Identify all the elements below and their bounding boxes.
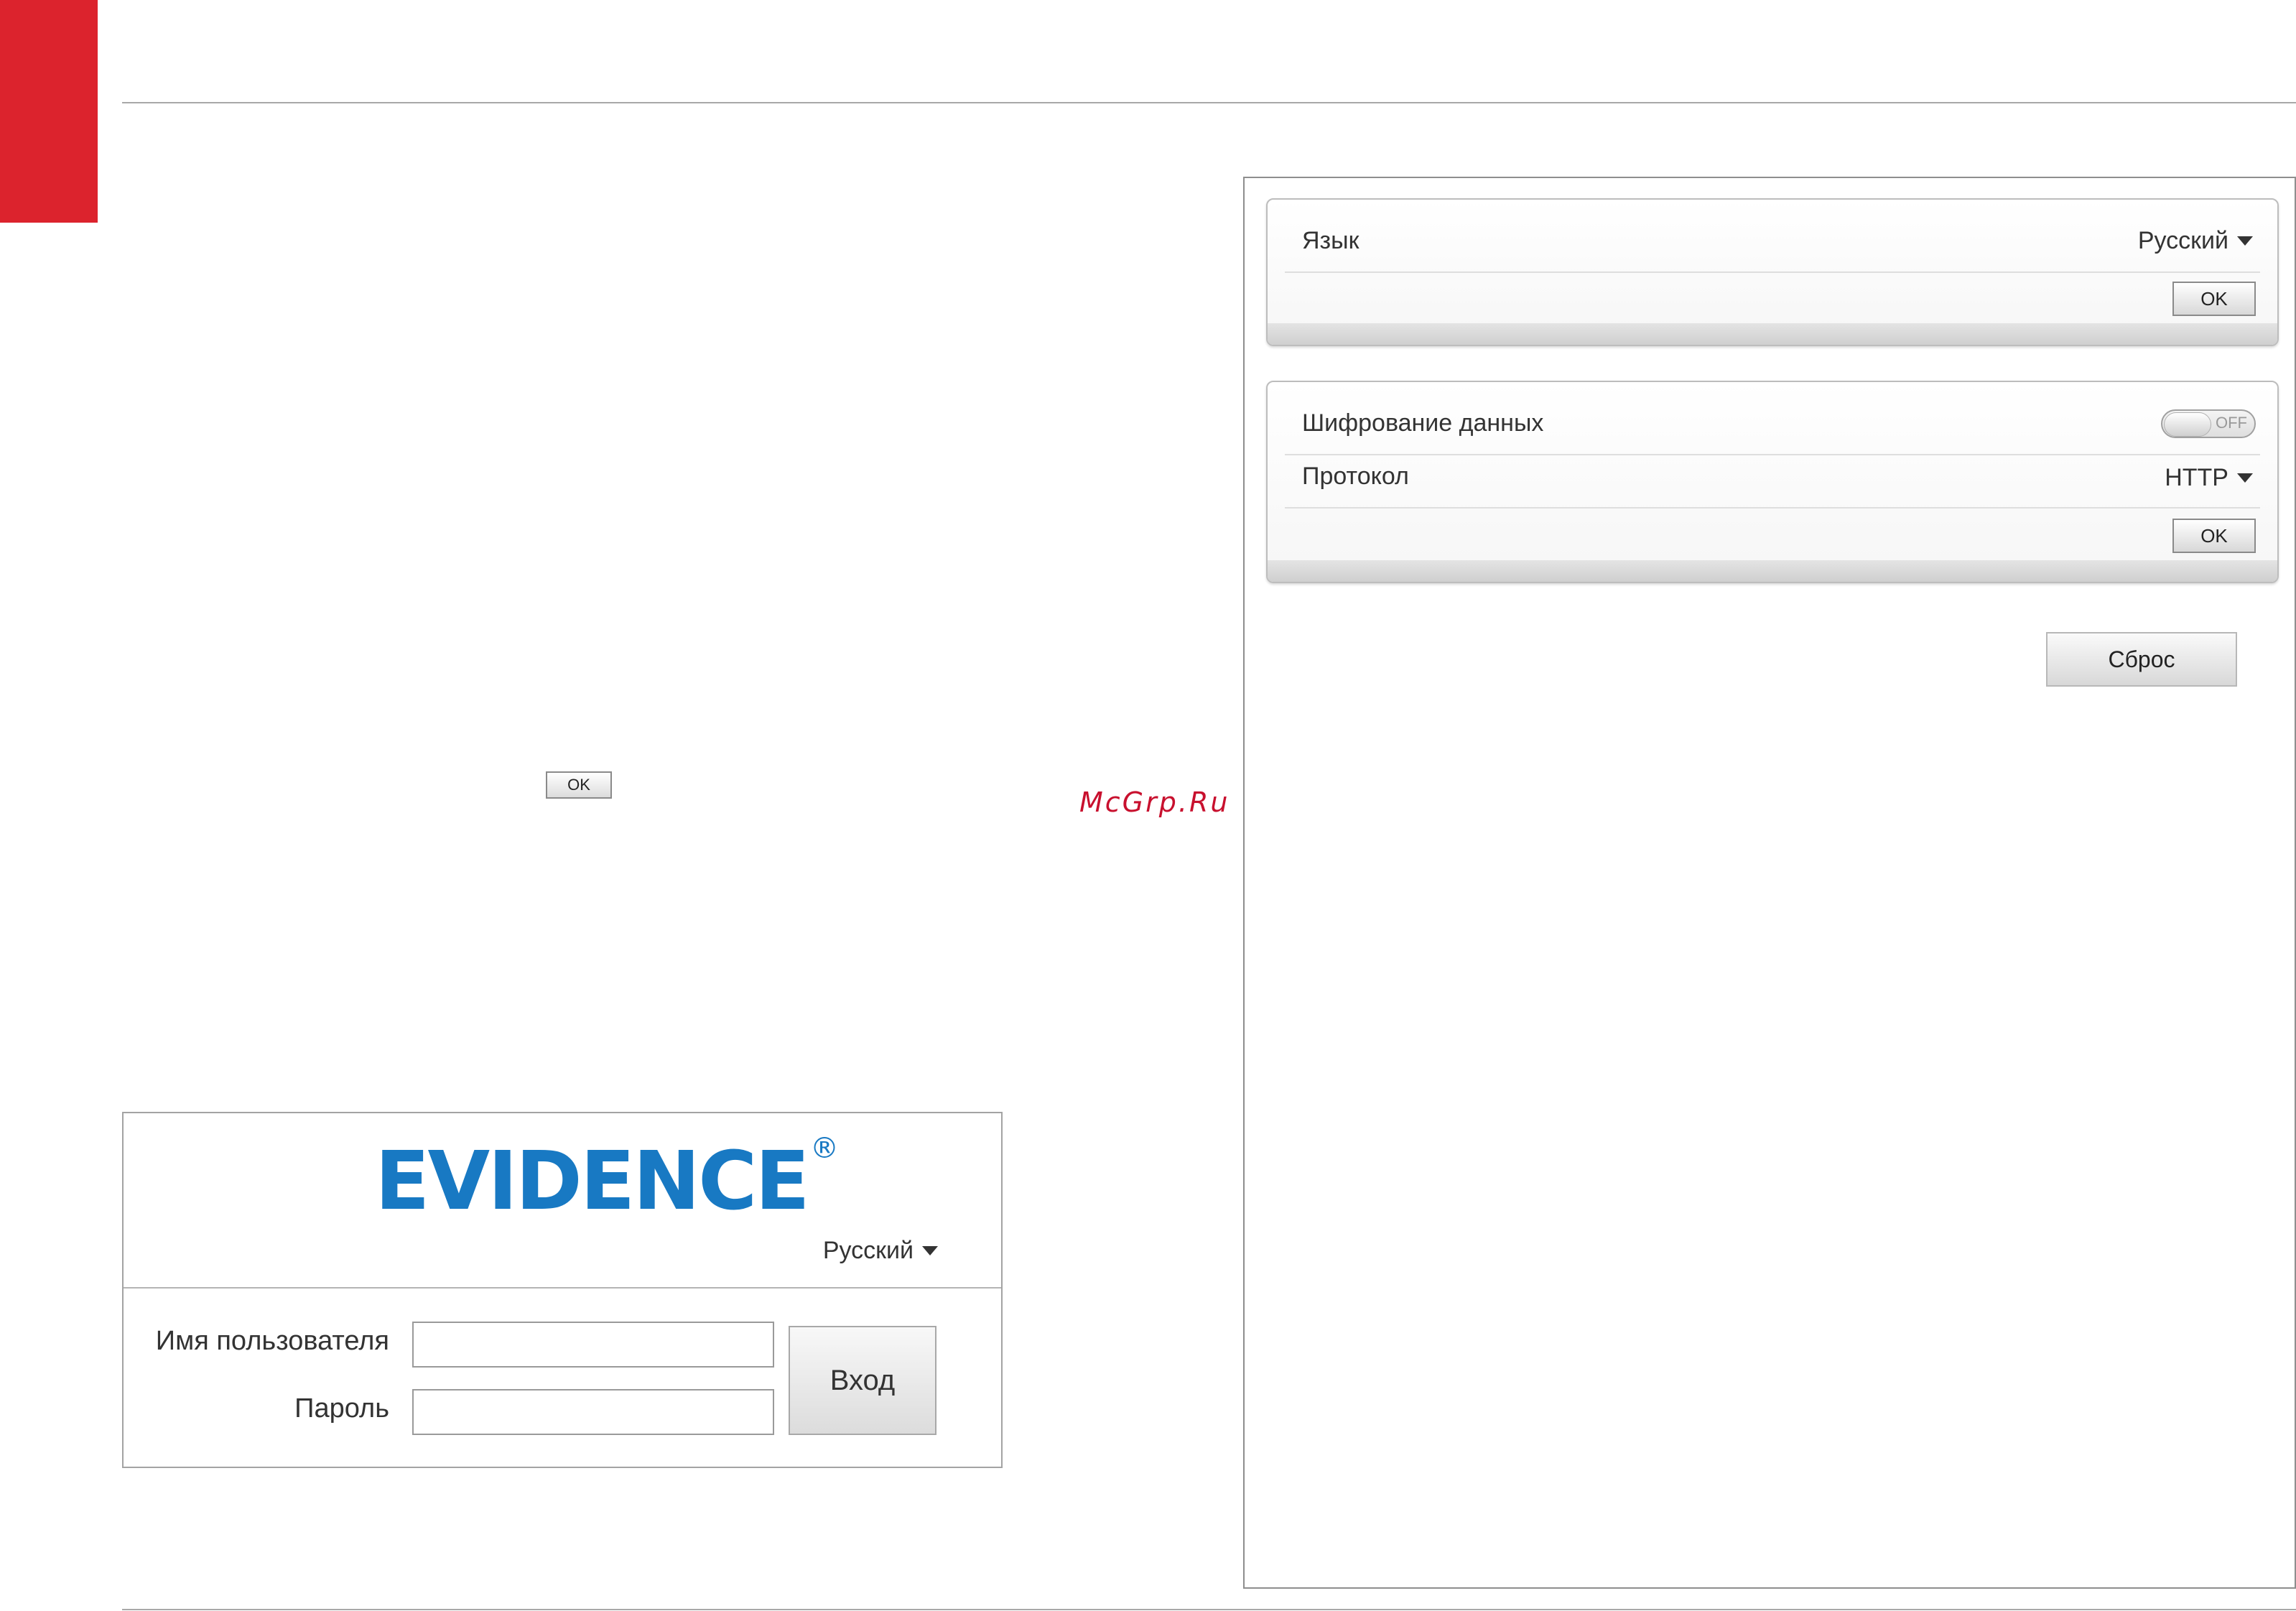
encryption-toggle[interactable]: OFF	[2161, 409, 2256, 438]
security-ok-button[interactable]: OK	[2172, 519, 2256, 553]
login-button[interactable]: Вход	[789, 1326, 936, 1435]
row-divider	[1285, 507, 2260, 509]
protocol-select[interactable]: HTTP	[2165, 464, 2253, 492]
protocol-select-value: HTTP	[2165, 464, 2228, 491]
username-label: Имя пользователя	[155, 1326, 389, 1356]
login-language-select[interactable]: Русский	[823, 1237, 938, 1265]
settings-panel: Язык Русский OK Шифрование данных OFF Пр…	[1243, 177, 2296, 1589]
security-group: Шифрование данных OFF Протокол HTTP OK	[1266, 381, 2279, 583]
protocol-label: Протокол	[1302, 463, 1409, 490]
language-select-value: Русский	[2137, 227, 2228, 254]
inline-ok-button[interactable]: OK	[546, 771, 612, 799]
registered-mark: ®	[810, 1132, 839, 1165]
bottom-divider	[122, 1609, 2296, 1610]
language-label: Язык	[1302, 227, 1360, 254]
group-footer	[1268, 323, 2277, 345]
language-ok-button[interactable]: OK	[2172, 282, 2256, 316]
login-panel: EVIDENCE ® Русский Имя пользователя Паро…	[122, 1112, 1003, 1468]
toggle-state-label: OFF	[2216, 414, 2247, 432]
group-footer	[1268, 560, 2277, 582]
login-header: EVIDENCE ® Русский	[124, 1113, 1001, 1289]
reset-button[interactable]: Сброс	[2046, 632, 2237, 687]
chevron-down-icon	[922, 1246, 938, 1255]
encryption-label: Шифрование данных	[1302, 409, 1544, 437]
chevron-down-icon	[2237, 236, 2253, 246]
username-input[interactable]	[412, 1322, 774, 1368]
row-divider	[1285, 271, 2260, 273]
top-divider	[122, 102, 2296, 103]
red-corner-tab	[0, 0, 98, 223]
chevron-down-icon	[2237, 473, 2253, 483]
language-group: Язык Русский OK	[1266, 198, 2279, 346]
row-divider	[1285, 454, 2260, 455]
language-select[interactable]: Русский	[2138, 227, 2253, 255]
evidence-logo: EVIDENCE	[375, 1135, 810, 1228]
password-label: Пароль	[294, 1393, 389, 1424]
password-input[interactable]	[412, 1389, 774, 1435]
watermark-text: McGrp.Ru	[1079, 786, 1230, 818]
toggle-knob	[2164, 412, 2211, 437]
login-language-value: Русский	[822, 1237, 914, 1264]
